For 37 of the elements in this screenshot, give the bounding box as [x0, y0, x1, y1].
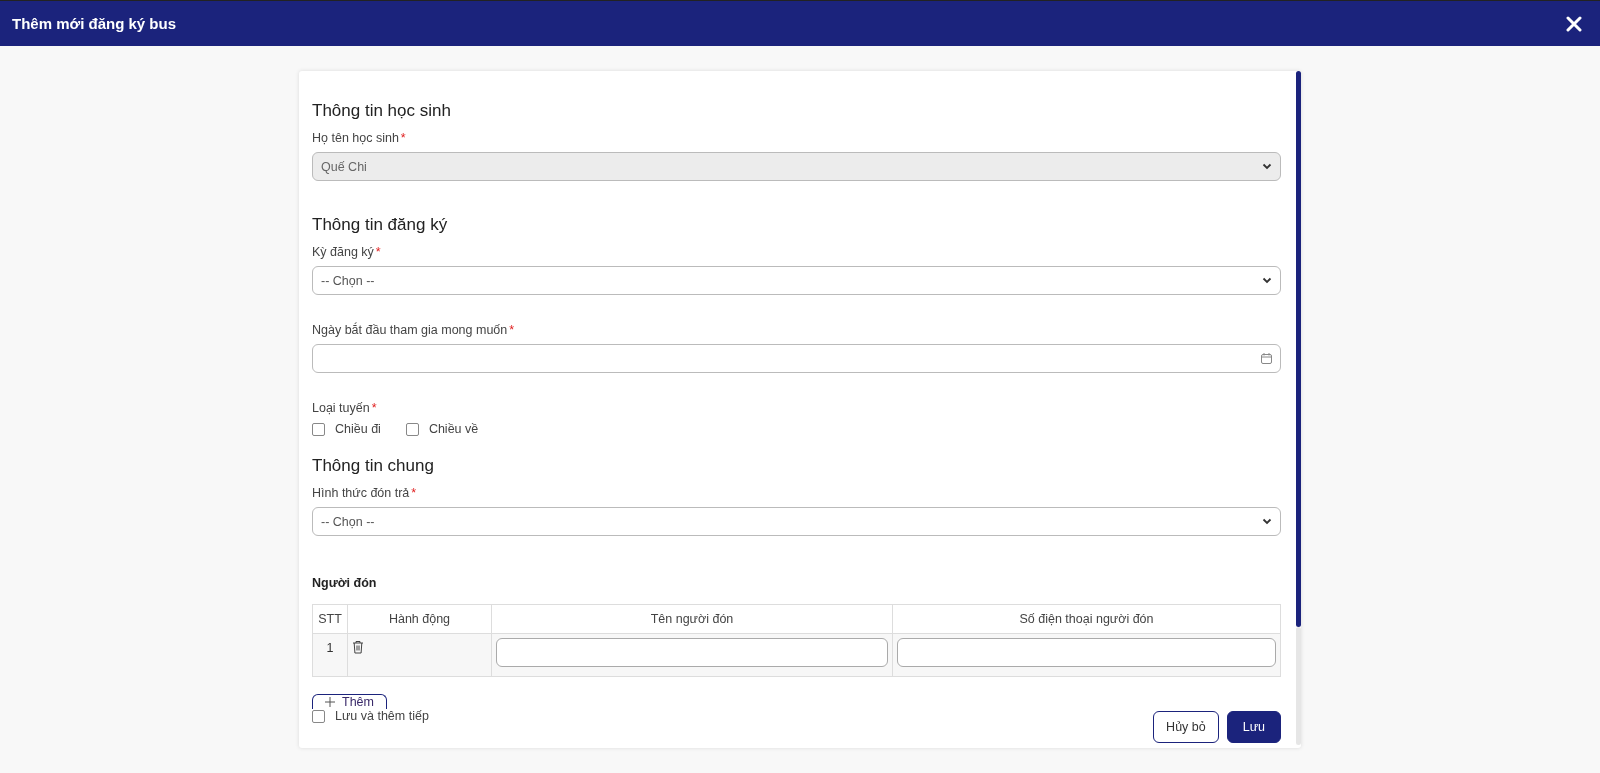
- table-heading: Người đón: [312, 576, 378, 590]
- field-label: Loại tuyến *: [312, 401, 378, 415]
- close-button[interactable]: [1566, 15, 1582, 32]
- select-field[interactable]: -- Chọn --: [312, 507, 1281, 536]
- table-cell: 1: [312, 633, 348, 677]
- field-label: Họ tên học sinh *: [312, 131, 407, 145]
- field-label: Kỳ đăng ký *: [312, 245, 382, 259]
- section-heading: Thông tin học sinh: [312, 101, 452, 121]
- field-label: Ngày bắt đầu tham gia mong muốn *: [312, 323, 516, 337]
- cancel-button[interactable]: Hủy bỏ: [1153, 711, 1219, 743]
- select-field[interactable]: -- Chọn --: [312, 266, 1281, 295]
- chevron-down-icon: [1262, 163, 1272, 170]
- section-heading: Thông tin đăng ký: [312, 215, 449, 235]
- checkbox-label: Lưu và thêm tiếp: [335, 709, 429, 723]
- plus-icon: [325, 697, 335, 707]
- column-header: Tên người đón: [491, 604, 893, 634]
- chevron-down-icon: [1262, 277, 1272, 284]
- checkbox[interactable]: [312, 709, 325, 723]
- close-icon: [1566, 15, 1582, 32]
- input-field[interactable]: [897, 638, 1276, 667]
- column-header: Số điện thoại người đón: [892, 604, 1281, 634]
- section-heading: Thông tin chung: [312, 456, 435, 476]
- chevron-down-icon: [1262, 518, 1272, 525]
- checkbox[interactable]: [312, 422, 325, 436]
- checkbox-label: Chiều về: [428, 422, 479, 436]
- checkbox-label: Chiều đi: [335, 422, 381, 436]
- save-button[interactable]: Lưu: [1226, 711, 1281, 743]
- dialog-title: Thêm mới đăng ký bus: [12, 15, 177, 32]
- field-label: Hình thức đón trả *: [312, 486, 418, 500]
- add-button[interactable]: Thêm: [312, 694, 387, 709]
- input-field[interactable]: [496, 638, 888, 667]
- checkbox[interactable]: [405, 422, 419, 436]
- column-header: STT: [312, 604, 348, 634]
- trash-icon[interactable]: [352, 640, 364, 654]
- date-field[interactable]: [312, 344, 1281, 373]
- calendar-icon: [1261, 353, 1272, 364]
- column-header: Hành động: [347, 604, 492, 634]
